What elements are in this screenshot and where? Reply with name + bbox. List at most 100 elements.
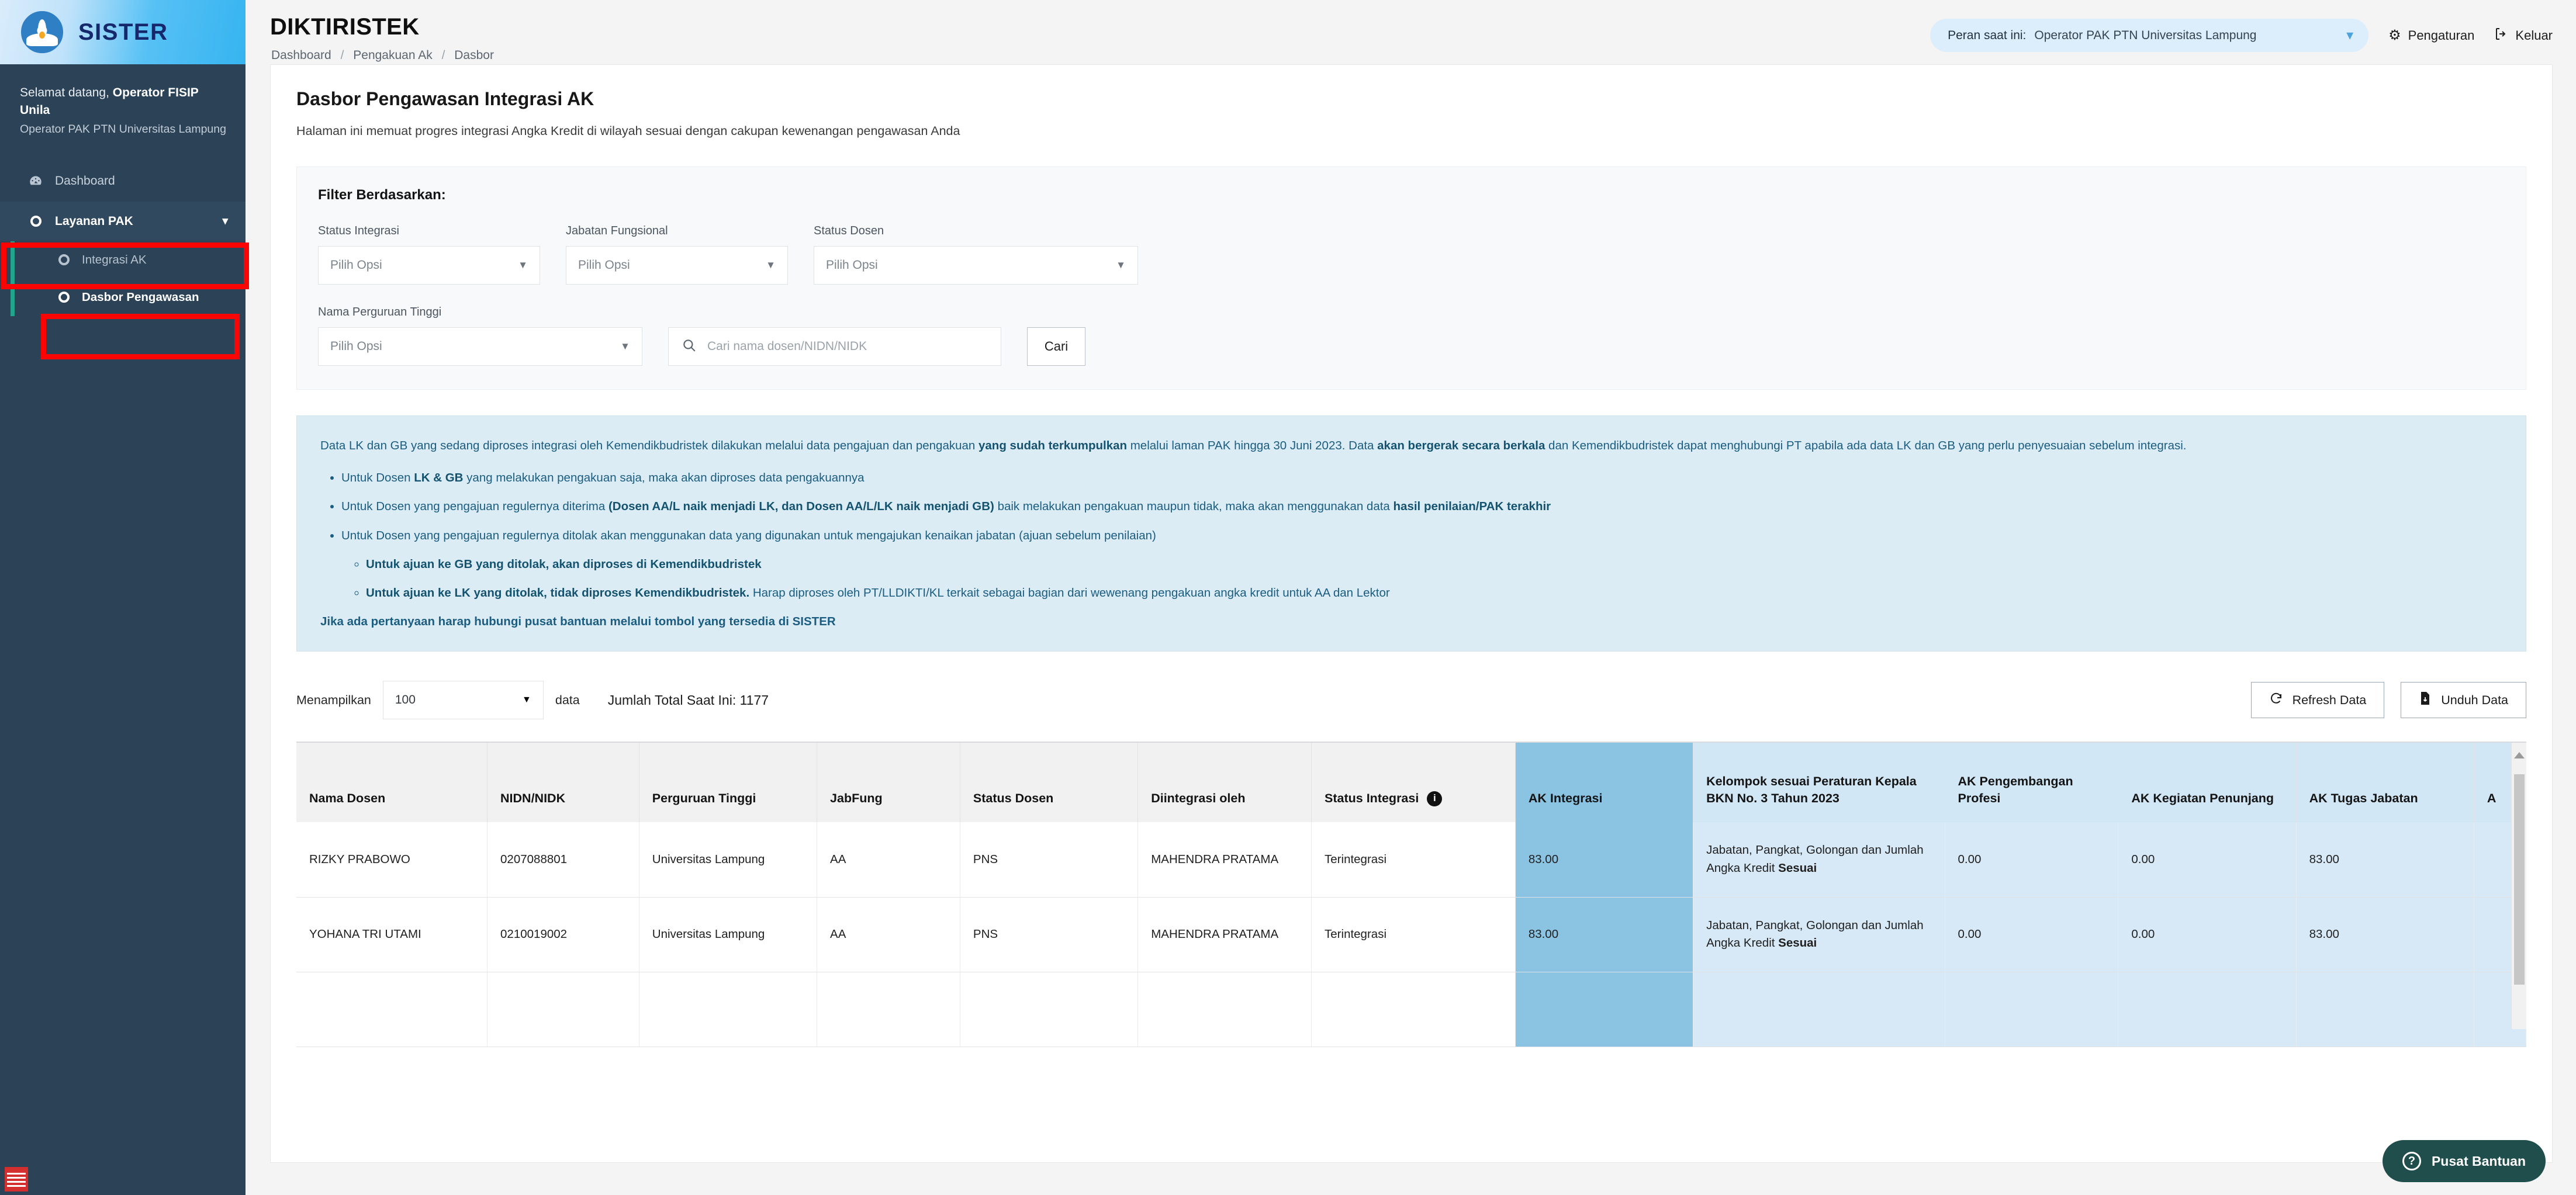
cell-kelompok-bkn [1693, 972, 1945, 1047]
tutwuri-handayani-logo-icon [21, 11, 63, 53]
col-diintegrasi-oleh[interactable]: Diintegrasi oleh [1137, 743, 1312, 823]
col-jabfung[interactable]: JabFung [817, 743, 960, 823]
cell-status-dosen: PNS [960, 897, 1139, 972]
cell-jabfung: AA [817, 897, 960, 972]
data-table-wrapper: Nama Dosen NIDN/NIDK Perguruan Tinggi Ja… [296, 742, 2527, 1047]
nama-perguruan-tinggi-select[interactable]: Pilih Opsi ▼ [318, 327, 642, 366]
jabatan-fungsional-select[interactable]: Pilih Opsi ▼ [566, 246, 788, 285]
cell-nidn-nidk: 0207088801 [487, 822, 639, 898]
filter-row-2: Nama Perguruan Tinggi Pilih Opsi ▼ Cari … [318, 306, 2505, 366]
question-circle-icon: ? [2402, 1152, 2421, 1170]
cell-status-integrasi: Terintegrasi [1311, 897, 1516, 972]
sidebar-item-layanan-pak[interactable]: Layanan PAK ▾ [0, 201, 246, 241]
alert-subbullet-item: Untuk ajuan ke GB yang ditolak, akan dip… [366, 555, 2502, 574]
cell-jabfung [817, 972, 960, 1047]
scrollbar-thumb[interactable] [2514, 774, 2525, 985]
status-dosen-select[interactable]: Pilih Opsi ▼ [814, 246, 1138, 285]
circle-o-icon [28, 216, 43, 227]
subbullet-bold: Untuk ajuan ke LK yang ditolak, tidak di… [366, 586, 750, 600]
role-selector[interactable]: Peran saat ini: Operator PAK PTN Univers… [1930, 19, 2369, 52]
corner-flag-badge [5, 1167, 28, 1191]
welcome-prefix: Selamat datang, [20, 86, 109, 99]
table-row[interactable] [296, 972, 2527, 1047]
bullet-bold: LK & GB [414, 471, 464, 485]
kelompok-status: Sesuai [1778, 936, 1817, 950]
col-nidn-nidk[interactable]: NIDN/NIDK [487, 743, 639, 823]
cell-ak-tugas-jabatan: 83.00 [2296, 822, 2474, 898]
search-submit-button[interactable]: Cari [1027, 327, 1085, 366]
cell-nidn-nidk [487, 972, 639, 1047]
table-row[interactable]: YOHANA TRI UTAMI 0210019002 Universitas … [296, 897, 2527, 972]
col-ak-kegiatan-penunjang[interactable]: AK Kegiatan Penunjang [2118, 743, 2297, 823]
bullet-text: Untuk Dosen yang pengajuan regulernya di… [341, 528, 1156, 542]
download-label: Unduh Data [2441, 692, 2508, 707]
col-ak-pengembangan-profesi[interactable]: AK Pengembangan Profesi [1945, 743, 2119, 823]
table-vertical-scrollbar[interactable] [2511, 743, 2526, 1030]
cell-ak-integrasi [1515, 972, 1694, 1047]
sidebar-subitem-label: Integrasi AK [82, 252, 147, 266]
settings-button[interactable]: ⚙ Pengaturan [2388, 27, 2474, 44]
breadcrumb-item-pengakuan-ak[interactable]: Pengakuan Ak [353, 49, 432, 62]
select-value: Pilih Opsi [330, 258, 382, 272]
alert-text-bold: akan bergerak secara berkala [1377, 439, 1545, 452]
info-icon[interactable]: i [1427, 791, 1443, 806]
sidebar-item-integrasi-ak[interactable]: Integrasi AK [0, 241, 246, 279]
search-box[interactable] [668, 327, 1001, 366]
filter-row-1: Status Integrasi Pilih Opsi ▼ Jabatan Fu… [318, 224, 2505, 285]
circle-o-icon [56, 254, 71, 266]
filter-field-jabatan-fungsional: Jabatan Fungsional Pilih Opsi ▼ [566, 224, 788, 285]
total-count-label: Jumlah Total Saat Ini: 1177 [607, 692, 769, 708]
alert-paragraph: Data LK dan GB yang sedang diproses inte… [320, 436, 2502, 455]
status-integrasi-select[interactable]: Pilih Opsi ▼ [318, 246, 540, 285]
breadcrumb-separator: / [441, 49, 445, 62]
bullet-text: yang melakukan pengakuan saja, maka akan… [463, 471, 865, 485]
cell-perguruan-tinggi: Universitas Lampung [639, 822, 818, 898]
logout-button[interactable]: Keluar [2494, 27, 2553, 44]
settings-label: Pengaturan [2408, 27, 2475, 43]
select-value: Pilih Opsi [330, 340, 382, 353]
subbullet-bold: Untuk ajuan ke GB yang ditolak, akan dip… [366, 557, 762, 571]
sidebar-item-dashboard[interactable]: Dashboard [0, 161, 246, 202]
app-root: SISTER Selamat datang, Operator FISIP Un… [0, 0, 2576, 1195]
cell-ak-penunjang [2118, 972, 2297, 1047]
cell-kelompok-bkn: Jabatan, Pangkat, Golongan dan Jumlah An… [1693, 897, 1945, 972]
cell-ak-penunjang: 0.00 [2118, 897, 2297, 972]
breadcrumb-item-dashboard[interactable]: Dashboard [271, 49, 331, 62]
bullet-text: Untuk Dosen yang pengajuan regulernya di… [341, 500, 608, 514]
main-card: Dasbor Pengawasan Integrasi AK Halaman i… [270, 64, 2553, 1163]
sidebar: SISTER Selamat datang, Operator FISIP Un… [0, 0, 249, 1195]
table-row[interactable]: RIZKY PRABOWO 0207088801 Universitas Lam… [296, 822, 2527, 898]
help-label: Pusat Bantuan [2431, 1153, 2526, 1169]
field-label: Status Dosen [814, 224, 884, 237]
col-kelompok-bkn[interactable]: Kelompok sesuai Peraturan Kepala BKN No.… [1693, 743, 1945, 823]
scroll-up-arrow-icon[interactable] [2513, 752, 2525, 759]
file-download-icon [2419, 691, 2432, 709]
cell-nama-dosen: YOHANA TRI UTAMI [296, 897, 488, 972]
col-status-dosen[interactable]: Status Dosen [960, 743, 1139, 823]
cell-kelompok-bkn: Jabatan, Pangkat, Golongan dan Jumlah An… [1693, 822, 1945, 898]
cell-ak-integrasi: 83.00 [1515, 897, 1694, 972]
sidebar-nav: Dashboard Layanan PAK ▾ Integrasi AK Das… [0, 161, 246, 316]
role-value: Operator PAK PTN Universitas Lampung [2034, 28, 2257, 42]
col-perguruan-tinggi[interactable]: Perguruan Tinggi [639, 743, 818, 823]
download-data-button[interactable]: Unduh Data [2401, 682, 2526, 719]
filter-field-status-integrasi: Status Integrasi Pilih Opsi ▼ [318, 224, 540, 285]
alert-bullet-item: Untuk Dosen LK & GB yang melakukan penga… [341, 468, 2502, 487]
col-ak-tugas-jabatan[interactable]: AK Tugas Jabatan [2296, 743, 2474, 823]
bullet-bold: (Dosen AA/L naik menjadi LK, dan Dosen A… [608, 500, 994, 514]
table-controls: Menampilkan 100 ▼ data Jumlah Total Saat… [296, 681, 2526, 720]
page-size-select[interactable]: 100 ▼ [382, 681, 544, 720]
sidebar-submenu: Integrasi AK Dasbor Pengawasan [0, 241, 246, 316]
cell-diintegrasi-oleh: MAHENDRA PRATAMA [1137, 822, 1312, 898]
col-status-integrasi[interactable]: Status Integrasi i [1311, 743, 1516, 823]
help-center-button[interactable]: ? Pusat Bantuan [2382, 1140, 2546, 1182]
cell-status-dosen [960, 972, 1139, 1047]
refresh-data-button[interactable]: Refresh Data [2250, 682, 2385, 719]
sidebar-item-dasbor-pengawasan[interactable]: Dasbor Pengawasan [0, 279, 246, 316]
chevron-down-icon: ▼ [1116, 259, 1126, 271]
search-input[interactable] [707, 340, 988, 354]
col-nama-dosen[interactable]: Nama Dosen [296, 743, 488, 823]
chevron-down-icon: ▼ [766, 259, 776, 271]
content-wrapper: Dasbor Pengawasan Integrasi AK Halaman i… [246, 64, 2576, 1163]
col-ak-integrasi[interactable]: AK Integrasi [1515, 743, 1694, 823]
